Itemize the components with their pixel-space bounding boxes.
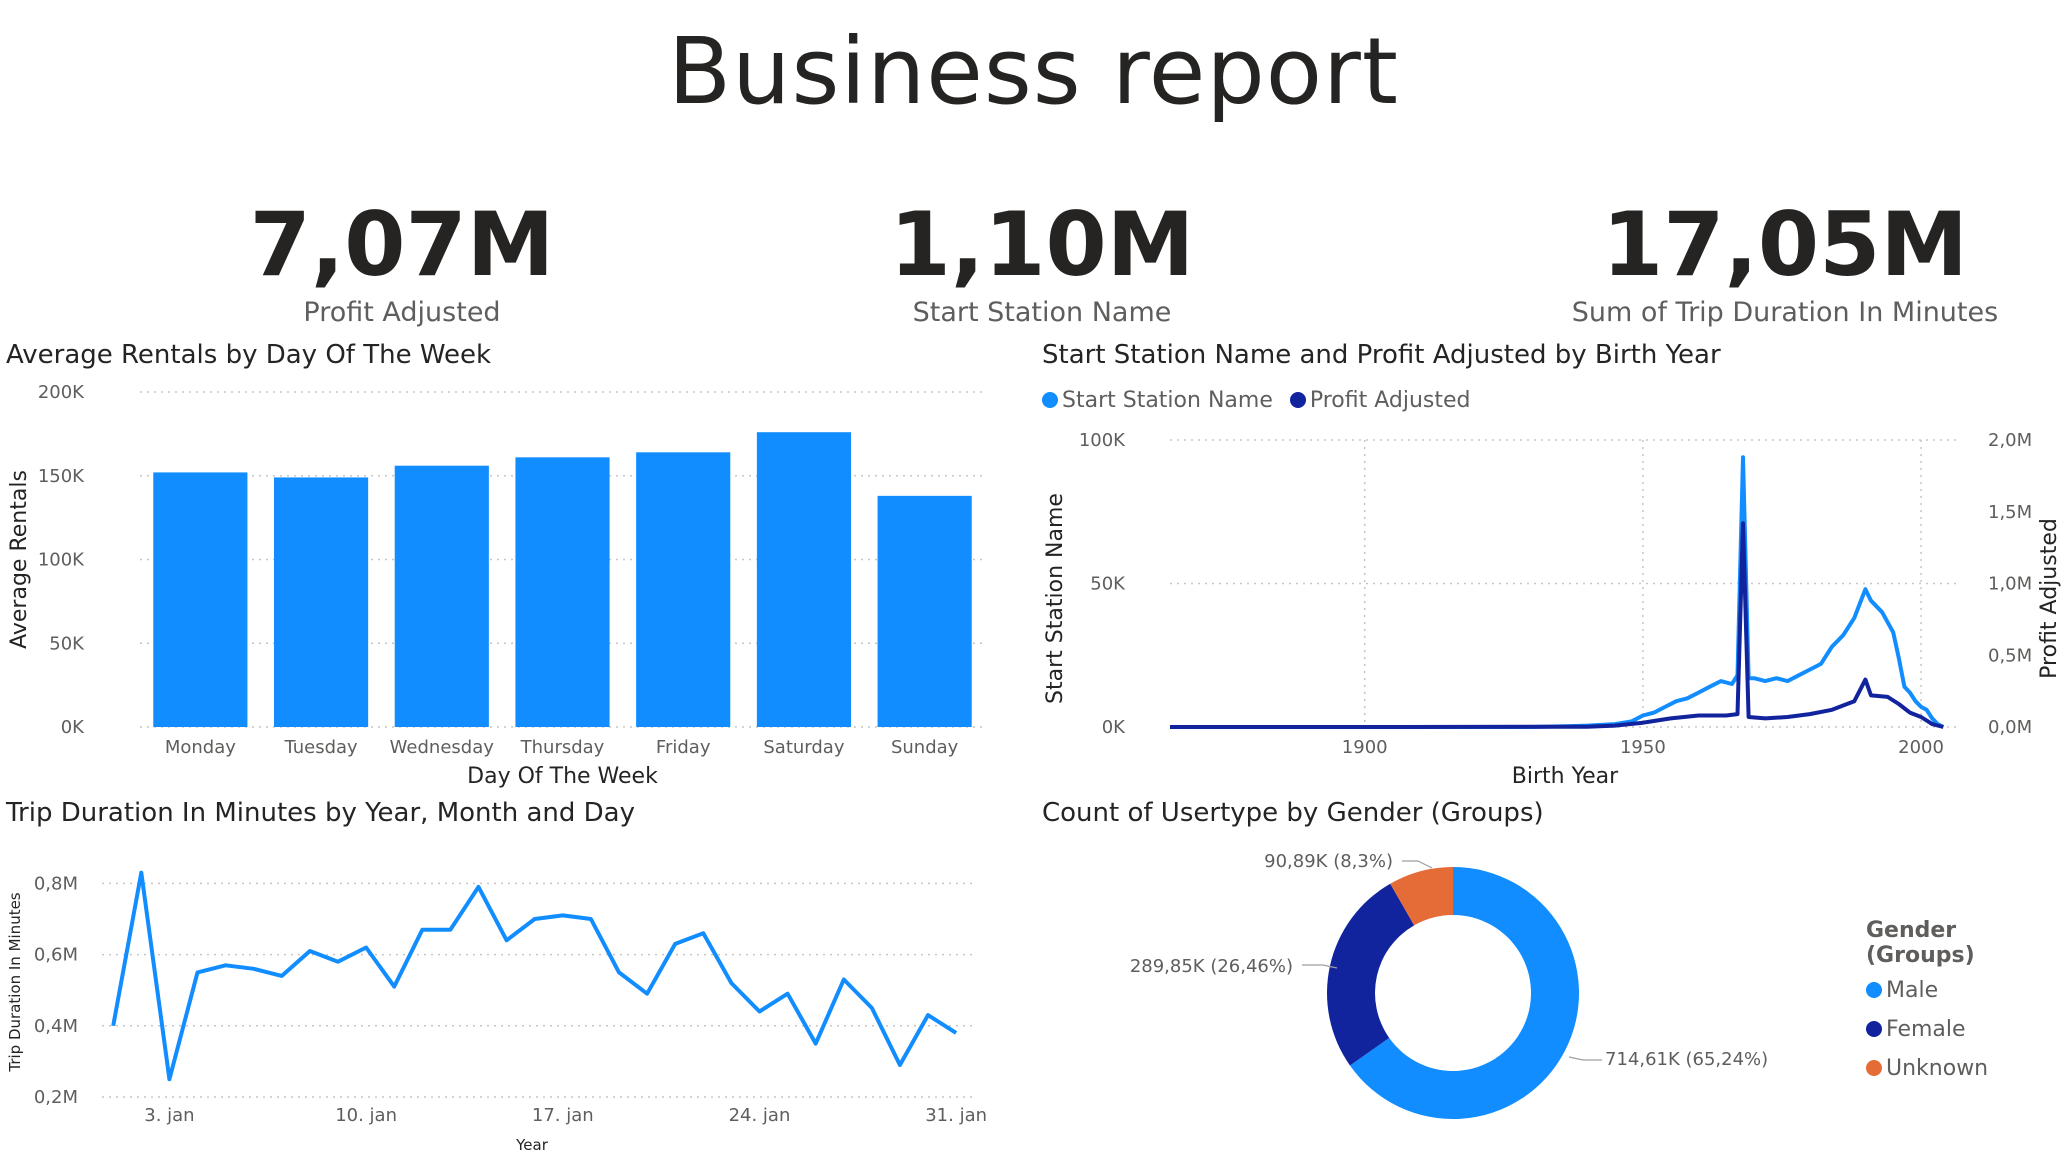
data-label: 289,85K (26,46%) [1130,956,1293,977]
donut-slice-female[interactable] [1326,883,1415,1066]
data-label: 90,89K (8,3%) [1264,851,1393,872]
leader-line [1402,860,1433,869]
data-label: 714,61K (65,24%) [1605,1049,1768,1070]
leader-line [1568,1056,1602,1061]
donut-chart-usertype[interactable]: 714,61K (65,24%) 289,85K (26,46%) 90,89K (… [0,0,2067,1158]
